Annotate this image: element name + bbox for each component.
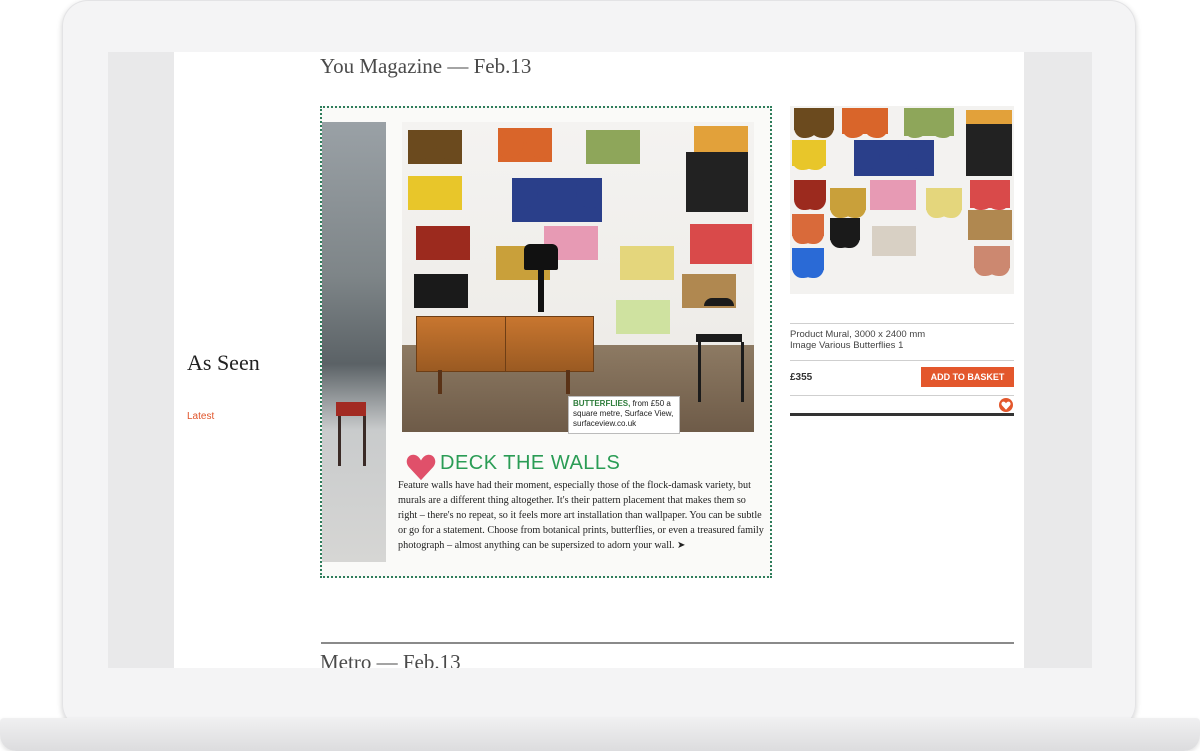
butterfly-mural-photo xyxy=(402,122,754,432)
red-chair-legs xyxy=(338,416,366,466)
butterfly xyxy=(842,108,888,138)
product-name: Product Mural, 3000 x 2400 mm Image Vari… xyxy=(790,329,1014,351)
arrow-icon: ➤ xyxy=(676,540,686,551)
divider xyxy=(790,323,1014,324)
article-text: Feature walls have had their moment, esp… xyxy=(398,480,764,551)
butterfly xyxy=(616,300,670,334)
chair-legs xyxy=(698,342,744,402)
product-title: Product Mural, 3000 x 2400 mm xyxy=(790,329,926,340)
add-to-basket-button[interactable]: ADD TO BASKET xyxy=(921,367,1014,387)
laptop-base xyxy=(0,718,1200,751)
butterfly xyxy=(792,140,826,170)
butterfly xyxy=(416,226,470,260)
sidebar-title: As Seen xyxy=(187,350,260,375)
photo-caption: BUTTERFLIES, from £50 a square metre, Su… xyxy=(568,396,680,434)
product-image-caption: Image Various Butterflies 1 xyxy=(790,340,904,351)
butterfly xyxy=(854,140,934,176)
butterfly xyxy=(408,176,462,210)
butterfly xyxy=(408,130,462,164)
lamp-shade xyxy=(524,244,558,270)
butterfly xyxy=(794,108,834,138)
sideboard xyxy=(416,316,594,372)
product-price: £355 xyxy=(790,372,813,383)
favourite-heart-icon[interactable] xyxy=(999,398,1013,412)
section-heading: You Magazine — Feb.13 xyxy=(320,54,532,78)
chair-seat xyxy=(696,334,742,342)
butterfly xyxy=(686,152,748,212)
butterfly xyxy=(690,224,752,264)
butterfly xyxy=(974,246,1010,276)
butterfly xyxy=(830,218,860,248)
article-body: Feature walls have had their moment, esp… xyxy=(398,478,766,553)
red-chair xyxy=(336,402,366,416)
butterfly xyxy=(904,108,954,138)
butterfly xyxy=(872,226,916,256)
butterfly xyxy=(968,210,1012,240)
screen: As Seen Latest You Magazine — Feb.13 BUT… xyxy=(108,52,1092,668)
butterfly xyxy=(414,274,468,308)
divider xyxy=(790,395,1014,396)
divider xyxy=(790,360,1014,361)
butterfly xyxy=(620,246,674,280)
butterfly xyxy=(966,124,1012,176)
heart-icon xyxy=(1001,401,1011,410)
section-heading: Metro — Feb.13 xyxy=(320,650,461,668)
butterfly xyxy=(830,188,866,218)
butterfly xyxy=(512,178,602,222)
caption-lead: BUTTERFLIES, xyxy=(573,399,631,408)
magazine-clipping: BUTTERFLIES, from £50 a square metre, Su… xyxy=(320,106,772,578)
sideboard-leg xyxy=(566,370,570,394)
butterfly xyxy=(498,128,552,162)
butterfly xyxy=(870,180,916,210)
butterfly xyxy=(926,188,962,218)
butterfly xyxy=(792,214,824,244)
sideboard-leg xyxy=(438,370,442,394)
butterfly xyxy=(794,180,826,210)
lamp-stand xyxy=(538,270,544,312)
section-divider xyxy=(321,642,1014,644)
article-title: DECK THE WALLS xyxy=(440,452,621,474)
chair-back xyxy=(704,298,734,336)
butterfly xyxy=(970,180,1010,210)
butterfly xyxy=(586,130,640,164)
page: As Seen Latest You Magazine — Feb.13 BUT… xyxy=(174,52,1024,668)
butterfly xyxy=(792,248,824,278)
product-image[interactable] xyxy=(790,106,1014,294)
product-panel-bottom-rule xyxy=(790,413,1014,416)
mural-photo-left xyxy=(322,122,386,562)
sidebar-link-latest[interactable]: Latest xyxy=(187,411,214,422)
